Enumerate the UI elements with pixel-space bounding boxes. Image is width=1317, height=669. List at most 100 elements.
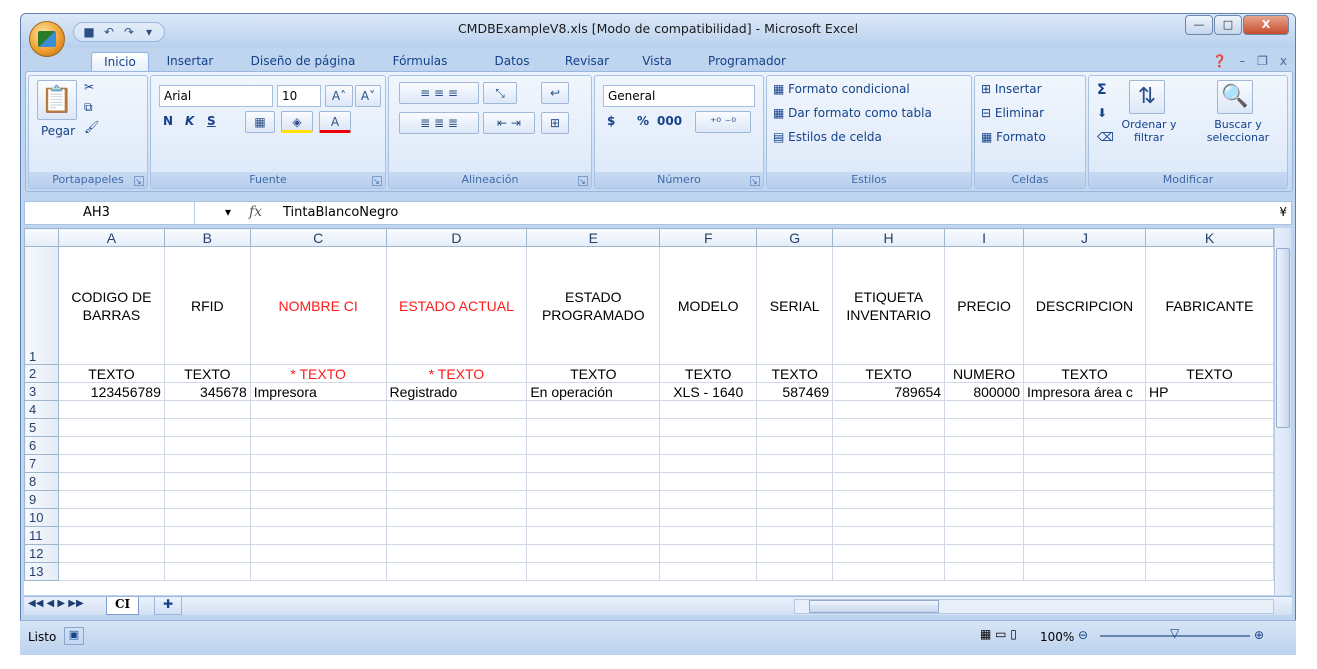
cell[interactable]	[57, 490, 165, 509]
cell[interactable]: DESCRIPCION	[1023, 246, 1147, 365]
workbook-minimize-icon[interactable]: –	[1239, 54, 1245, 68]
cell-styles-button[interactable]: ▤ Estilos de celda	[773, 130, 882, 144]
thousands-button[interactable]: 000	[657, 114, 682, 128]
cell[interactable]	[944, 526, 1025, 545]
number-launcher-icon[interactable]: ↘	[750, 176, 760, 186]
cell[interactable]	[832, 490, 946, 509]
cell[interactable]	[832, 508, 946, 527]
workbook-restore-icon[interactable]: ❐	[1257, 54, 1268, 68]
tab-programador[interactable]: Programador	[701, 52, 793, 72]
row-header[interactable]: 10	[24, 508, 59, 527]
cell[interactable]	[249, 544, 387, 563]
cell[interactable]	[526, 526, 661, 545]
horizontal-align-icons[interactable]: ≣ ≣ ≣	[399, 112, 479, 134]
cell[interactable]: FABRICANTE	[1145, 246, 1274, 365]
cell[interactable]	[57, 508, 165, 527]
cell[interactable]: TEXTO	[1145, 364, 1274, 383]
cell[interactable]	[944, 508, 1025, 527]
row-header[interactable]: 5	[24, 418, 59, 437]
format-painter-icon[interactable]: 🖌	[84, 120, 99, 134]
find-select-icon[interactable]: 🔍	[1217, 80, 1253, 114]
shrink-font-icon[interactable]: A˅	[355, 85, 381, 107]
cell[interactable]: ETIQUETA INVENTARIO	[832, 246, 946, 365]
cell[interactable]	[1023, 418, 1147, 437]
paste-icon[interactable]: 📋	[37, 80, 77, 120]
sheet-nav-icons[interactable]: ◀◀ ◀ ▶ ▶▶	[28, 598, 84, 609]
currency-button[interactable]: $	[607, 114, 615, 128]
cell[interactable]: En operación	[526, 382, 661, 401]
cell[interactable]	[1023, 472, 1147, 491]
cell[interactable]	[1145, 418, 1274, 437]
row-header[interactable]: 9	[24, 490, 59, 509]
tab-datos[interactable]: Datos	[487, 52, 537, 72]
cell[interactable]	[57, 562, 165, 581]
cell[interactable]: NUMERO	[944, 364, 1025, 383]
tab-inicio[interactable]: Inicio	[91, 52, 149, 72]
maximize-button[interactable]: □	[1214, 15, 1242, 35]
cell[interactable]	[385, 526, 528, 545]
cell[interactable]	[832, 562, 946, 581]
cell[interactable]	[944, 400, 1025, 419]
cell[interactable]	[756, 544, 834, 563]
cell[interactable]	[659, 454, 758, 473]
cell[interactable]	[756, 400, 834, 419]
cell[interactable]: PRECIO	[944, 246, 1025, 365]
cell[interactable]: 587469	[756, 382, 834, 401]
row-header[interactable]: 6	[24, 436, 59, 455]
help-icon[interactable]: ❓	[1212, 54, 1227, 68]
row-header[interactable]: 2	[24, 364, 59, 383]
cell[interactable]	[163, 526, 251, 545]
format-cells-button[interactable]: ▦ Formato	[981, 130, 1046, 144]
cell[interactable]	[249, 418, 387, 437]
cut-icon[interactable]: ✂	[84, 80, 94, 94]
cell[interactable]	[57, 436, 165, 455]
cell[interactable]	[756, 418, 834, 437]
cell[interactable]	[1023, 526, 1147, 545]
cell[interactable]	[385, 490, 528, 509]
workbook-close-icon[interactable]: x	[1280, 54, 1287, 68]
cell[interactable]: 800000	[944, 382, 1025, 401]
cell[interactable]	[659, 472, 758, 491]
zoom-level[interactable]: 100%	[1040, 630, 1074, 644]
cell[interactable]	[756, 436, 834, 455]
cell[interactable]	[526, 562, 661, 581]
find-select-button[interactable]: Buscar y seleccionar	[1193, 118, 1283, 144]
cell[interactable]	[659, 418, 758, 437]
cell[interactable]	[163, 436, 251, 455]
cell[interactable]: TEXTO	[526, 364, 661, 383]
decimal-icons[interactable]: ⁺⁰ ⁻⁰	[695, 111, 751, 133]
zoom-out-icon[interactable]: ⊖	[1078, 628, 1088, 642]
cell[interactable]: * TEXTO	[249, 364, 387, 383]
cell[interactable]: Impresora	[249, 382, 387, 401]
horizontal-scroll-thumb[interactable]	[809, 600, 939, 613]
tab-diseno-pagina[interactable]: Diseño de página	[243, 52, 363, 72]
cell[interactable]	[756, 454, 834, 473]
font-color-icon[interactable]: A	[319, 111, 351, 133]
cell[interactable]	[944, 454, 1025, 473]
cell[interactable]	[57, 472, 165, 491]
font-name-select[interactable]: Arial	[159, 85, 273, 107]
cell[interactable]	[659, 544, 758, 563]
cell[interactable]	[1145, 562, 1274, 581]
cell[interactable]	[249, 526, 387, 545]
font-launcher-icon[interactable]: ↘	[372, 176, 382, 186]
cell[interactable]	[659, 562, 758, 581]
grow-font-icon[interactable]: A˄	[325, 85, 353, 107]
cell[interactable]	[756, 562, 834, 581]
cell[interactable]	[163, 544, 251, 563]
cell[interactable]: HP	[1145, 382, 1274, 401]
cell[interactable]: TEXTO	[659, 364, 758, 383]
cell[interactable]	[1145, 544, 1274, 563]
cell[interactable]	[1145, 472, 1274, 491]
column-header[interactable]: A	[57, 228, 165, 247]
underline-button[interactable]: S	[207, 114, 216, 128]
alignment-launcher-icon[interactable]: ↘	[578, 176, 588, 186]
cell[interactable]	[249, 436, 387, 455]
column-header[interactable]: J	[1023, 228, 1147, 247]
cell[interactable]	[1145, 490, 1274, 509]
cell[interactable]	[944, 472, 1025, 491]
select-all-corner[interactable]	[24, 228, 59, 247]
cell[interactable]: 789654	[832, 382, 946, 401]
row-header[interactable]: 1	[24, 246, 59, 365]
cell[interactable]	[756, 526, 834, 545]
